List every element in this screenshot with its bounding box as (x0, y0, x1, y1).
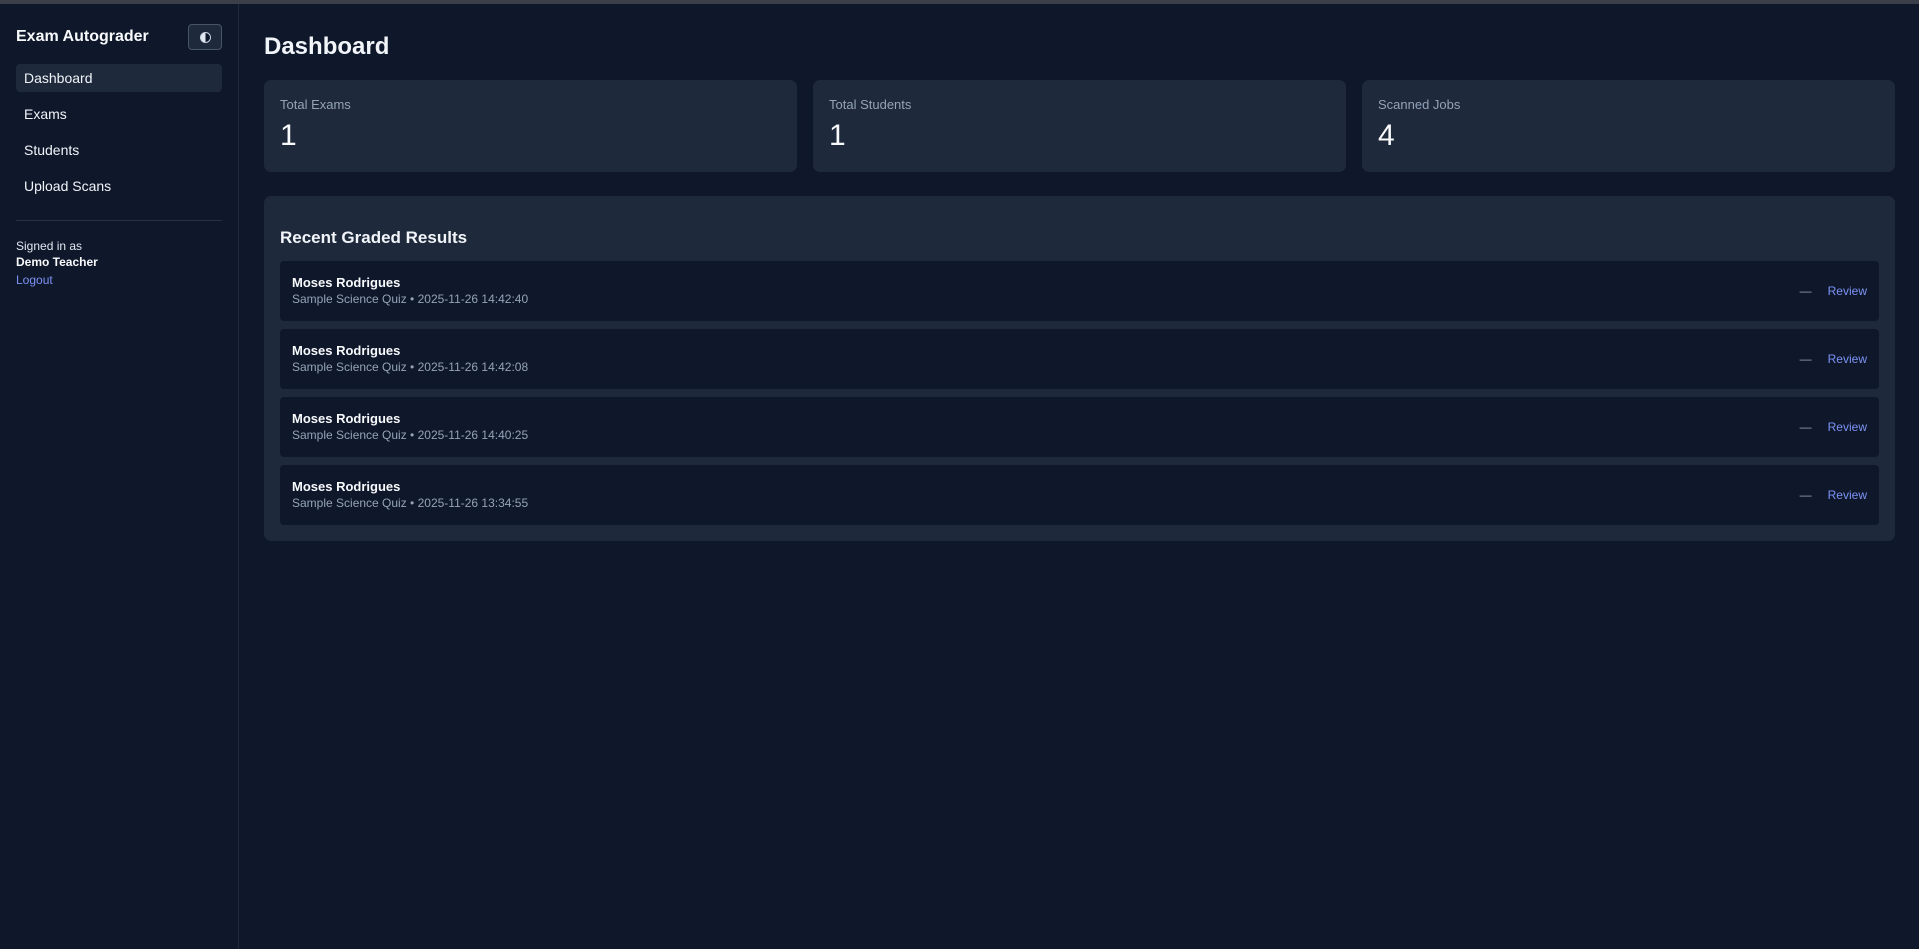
result-meta: Sample Science Quiz • 2025-11-26 14:40:2… (292, 428, 529, 443)
sidebar-item-exams[interactable]: Exams (16, 100, 222, 128)
score-value: — (1799, 284, 1812, 299)
result-info: Moses Rodrigues Sample Science Quiz • 20… (292, 274, 528, 308)
user-info: Signed in as Demo Teacher Logout (16, 238, 222, 290)
logout-link[interactable]: Logout (16, 270, 53, 290)
half-circle-icon (199, 31, 211, 43)
result-info: Moses Rodrigues Sample Science Quiz • 20… (292, 342, 528, 376)
stat-card-total-exams: Total Exams 1 (264, 80, 797, 172)
score-value: — (1799, 352, 1812, 367)
result-row: Moses Rodrigues Sample Science Quiz • 20… (280, 261, 1879, 322)
stat-card-scanned-jobs: Scanned Jobs 4 (1362, 80, 1895, 172)
student-name: Moses Rodrigues (292, 479, 401, 495)
stat-card-total-students: Total Students 1 (813, 80, 1346, 172)
stat-value: 1 (280, 119, 297, 152)
result-row: Moses Rodrigues Sample Science Quiz • 20… (280, 465, 1879, 526)
review-link[interactable]: Review (1828, 488, 1867, 502)
result-row: Moses Rodrigues Sample Science Quiz • 20… (280, 397, 1879, 458)
sidebar-item-dashboard[interactable]: Dashboard (16, 64, 222, 92)
result-actions: — Review (1800, 420, 1867, 434)
recent-results-panel: Recent Graded Results Moses Rodrigues Sa… (264, 196, 1895, 542)
sidebar-header: Exam Autograder (16, 22, 222, 52)
result-info: Moses Rodrigues Sample Science Quiz • 20… (292, 410, 528, 444)
student-name: Moses Rodrigues (292, 343, 401, 359)
result-meta: Sample Science Quiz • 2025-11-26 13:34:5… (292, 496, 529, 511)
stat-value: 4 (1378, 119, 1395, 152)
review-link[interactable]: Review (1828, 284, 1867, 298)
result-info: Moses Rodrigues Sample Science Quiz • 20… (292, 478, 528, 512)
score-value: — (1799, 420, 1812, 435)
theme-toggle-button[interactable] (188, 24, 222, 50)
student-name: Moses Rodrigues (292, 411, 401, 427)
student-name: Moses Rodrigues (292, 275, 401, 291)
stat-label: Total Exams (280, 97, 351, 112)
review-link[interactable]: Review (1828, 420, 1867, 434)
stat-label: Total Students (829, 97, 912, 112)
sidebar-nav: Dashboard Exams Students Upload Scans (16, 64, 222, 200)
result-actions: — Review (1800, 488, 1867, 502)
sidebar-divider (16, 220, 222, 221)
sidebar-item-students[interactable]: Students (16, 136, 222, 164)
score-value: — (1799, 488, 1812, 503)
result-actions: — Review (1800, 284, 1867, 298)
app-shell: Exam Autograder Dashboard Exams Students… (0, 4, 1919, 949)
review-link[interactable]: Review (1828, 352, 1867, 366)
app-brand: Exam Autograder (16, 28, 149, 45)
result-row: Moses Rodrigues Sample Science Quiz • 20… (280, 329, 1879, 390)
recent-results-title: Recent Graded Results (280, 228, 468, 248)
signed-in-label: Signed in as (16, 239, 83, 253)
sidebar: Exam Autograder Dashboard Exams Students… (0, 4, 239, 949)
page-title: Dashboard (264, 33, 390, 60)
results-list: Moses Rodrigues Sample Science Quiz • 20… (280, 261, 1879, 526)
result-actions: — Review (1800, 352, 1867, 366)
sidebar-item-upload-scans[interactable]: Upload Scans (16, 172, 222, 200)
user-name: Demo Teacher (16, 255, 98, 269)
main-content: Dashboard Total Exams 1 Total Students 1… (239, 4, 1919, 949)
result-meta: Sample Science Quiz • 2025-11-26 14:42:4… (292, 292, 529, 307)
stat-value: 1 (829, 119, 846, 152)
stat-label: Scanned Jobs (1378, 97, 1461, 112)
result-meta: Sample Science Quiz • 2025-11-26 14:42:0… (292, 360, 529, 375)
stats-row: Total Exams 1 Total Students 1 Scanned J… (264, 80, 1895, 172)
